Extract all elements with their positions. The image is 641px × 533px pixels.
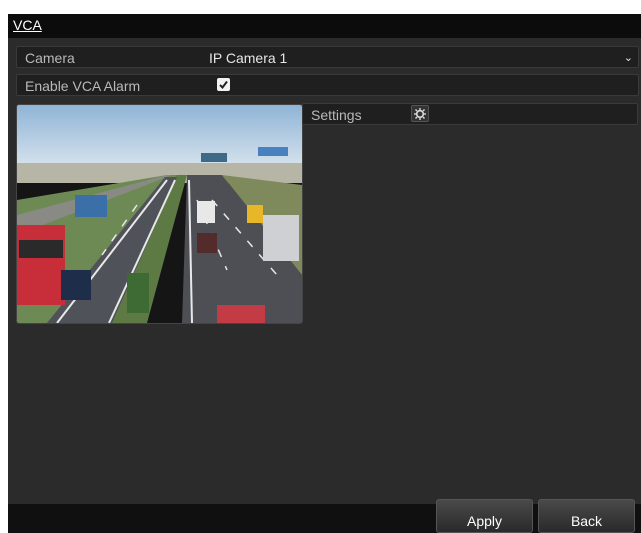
camera-value: IP Camera 1 [209,50,288,66]
enable-vca-alarm-checkbox[interactable] [217,78,230,91]
settings-button[interactable] [411,105,429,122]
camera-label: Camera [25,50,75,66]
gear-icon [414,107,426,120]
back-button[interactable]: Back [538,499,635,533]
apply-button[interactable]: Apply [436,499,533,533]
window-title: VCA [13,17,42,33]
title-bar: VCA [8,14,641,38]
enable-vca-alarm-row: Enable VCA Alarm [16,74,639,96]
highway-video-frame [17,105,302,323]
checkmark-icon [219,80,228,90]
chevron-down-icon[interactable]: ⌄ [624,51,633,64]
camera-select[interactable]: Camera IP Camera 1 ⌄ [16,46,639,68]
camera-preview [16,104,303,324]
vca-window: VCA Camera IP Camera 1 ⌄ Enable VCA Alar… [8,14,641,533]
settings-row: Settings [302,103,638,125]
enable-vca-alarm-label: Enable VCA Alarm [25,78,141,94]
settings-label: Settings [311,107,362,123]
